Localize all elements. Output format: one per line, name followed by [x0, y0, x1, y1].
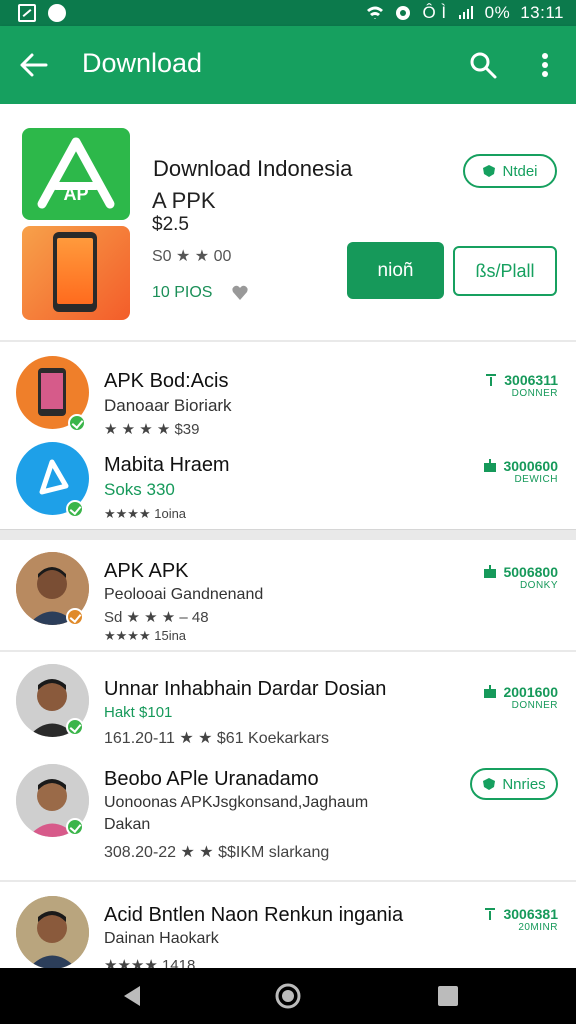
download-label: DONNER: [511, 700, 558, 711]
list-item-downloads: 5006800 DONKY: [483, 564, 558, 591]
download-count: 5006800: [503, 564, 558, 580]
message-notification-icon: [48, 4, 66, 22]
status-bar: Ô Ì 0% 13:11: [0, 0, 576, 26]
list-item-subtitle: Soks 330: [104, 480, 175, 499]
list-item-meta: ★ ★ ★ ★ $39: [104, 421, 200, 438]
cell-signal-icon: [458, 6, 473, 19]
phone-app-icon: [22, 226, 130, 320]
list-item-meta: Sd ★ ★ ★ – 48: [104, 609, 209, 626]
list-item[interactable]: Mabita Hraem Soks 330 ★★★★ 1oina 3000600…: [0, 438, 576, 528]
search-icon[interactable]: [468, 50, 498, 80]
screenshot-notification-icon: [18, 4, 36, 22]
download-label: DEWICH: [514, 474, 558, 485]
download-count: 3006381: [503, 906, 558, 922]
page-title: Download: [82, 48, 203, 78]
featured-rating: S0 ★ ★ 00: [152, 248, 232, 265]
featured-subtitle: A PPK: [152, 188, 216, 213]
download-label: 20MINR: [518, 922, 558, 933]
nav-back-icon[interactable]: [118, 982, 146, 1010]
app-list-card: APK Bod:Acis Danoaar Bioriark ★ ★ ★ ★ $3…: [0, 342, 576, 530]
clock: 13:11: [520, 3, 564, 22]
signal-text: Ô Ì: [422, 3, 447, 22]
shield-icon: [483, 778, 496, 790]
download-icon: [484, 685, 497, 698]
badge-icon: [66, 608, 84, 626]
secondary-install-button[interactable]: ßs/Plall: [453, 246, 557, 296]
list-item-subtitle: Dainan Haokark: [104, 930, 219, 947]
battery-text: 0%: [484, 3, 511, 22]
verified-badge-icon: [66, 718, 84, 736]
wishlist-heart-icon[interactable]: [231, 284, 249, 302]
list-item-title: Unnar Inhabhain Dardar Dosian: [104, 678, 387, 700]
back-arrow-icon[interactable]: [18, 50, 50, 80]
list-item-action-label: Nnries: [502, 775, 546, 793]
download-label: DONKY: [519, 580, 558, 591]
list-item-action-button[interactable]: Nnries: [470, 768, 558, 800]
list-item-meta: 308.20-22 ★ ★ $$IKM slarkang: [104, 844, 330, 861]
list-item-meta-secondary: ★★★★ 15ina: [104, 628, 187, 643]
list-item[interactable]: Unnar Inhabhain Dardar Dosian Hakt $101 …: [0, 662, 576, 752]
download-label: DONNER: [511, 388, 558, 399]
download-count: 2001600: [503, 684, 558, 700]
download-count: 3000600: [503, 458, 558, 474]
list-item-subtitle: Danoaar Bioriark: [104, 396, 232, 415]
list-item-subtitle: Uonoonas APKJsgkonsand,Jaghaum: [104, 794, 369, 811]
list-item[interactable]: APK APK Peolooai Gandnenand Sd ★ ★ ★ – 4…: [0, 548, 576, 643]
list-item-downloads: 2001600 DONNER: [483, 684, 558, 711]
list-item[interactable]: Acid Bntlen Naon Renkun ingania Dainan H…: [0, 890, 576, 980]
list-item-title: APK APK: [104, 560, 189, 582]
download-icon: [486, 374, 497, 386]
verified-badge-icon: [66, 500, 84, 518]
featured-installs: 10 PIOS: [152, 284, 213, 301]
list-item-meta: 161.20-11 ★ ★ $61 Koekarkars: [104, 730, 329, 747]
featured-app-card[interactable]: AP Download Indonesia A PPK $2.5 S0 ★ ★ …: [0, 104, 576, 340]
featured-title: Download Indonesia: [153, 156, 353, 181]
system-nav-bar: [0, 968, 576, 1024]
list-item-title: Acid Bntlen Naon Renkun ingania: [104, 904, 404, 926]
app-list-card: APK APK Peolooai Gandnenand Sd ★ ★ ★ – 4…: [0, 540, 576, 650]
app-list-card: Acid Bntlen Naon Renkun ingania Dainan H…: [0, 882, 576, 974]
location-icon: [396, 6, 411, 20]
apk-app-icon: AP: [22, 128, 130, 220]
verified-badge-icon: [68, 414, 86, 432]
list-item-downloads: 3006311 DONNER: [484, 372, 558, 399]
list-item-subtitle-2: Dakan: [104, 816, 151, 833]
download-count: 3006311: [504, 372, 558, 388]
app-bar: Download: [0, 26, 576, 104]
list-item-subtitle: Hakt $101: [104, 704, 173, 721]
featured-small-button[interactable]: Ntdei: [463, 154, 557, 188]
nav-home-icon[interactable]: [274, 982, 302, 1010]
download-icon: [484, 565, 497, 578]
user-avatar: [16, 896, 89, 969]
wifi-icon: [367, 6, 384, 19]
list-item-title: APK Bod:Acis: [104, 370, 229, 392]
list-item-subtitle: Peolooai Gandnenand: [104, 586, 264, 603]
list-item-title: Beobo APle Uranadamo: [104, 768, 319, 790]
verified-badge-icon: [66, 818, 84, 836]
list-item[interactable]: Beobo APle Uranadamo Uonoonas APKJsgkons…: [0, 762, 576, 872]
svg-text:AP: AP: [63, 184, 88, 204]
list-item[interactable]: APK Bod:Acis Danoaar Bioriark ★ ★ ★ ★ $3…: [0, 350, 576, 440]
install-button[interactable]: nioñ: [347, 242, 444, 299]
list-item-meta: ★★★★ 1oina: [104, 506, 187, 521]
nav-recents-icon[interactable]: [434, 982, 462, 1010]
list-item-title: Mabita Hraem: [104, 454, 230, 476]
list-item-downloads: 3000600 DEWICH: [483, 458, 558, 485]
featured-price: $2.5: [152, 214, 189, 235]
list-item-downloads: 3006381 20MINR: [483, 906, 558, 933]
featured-small-button-label: Ntdei: [502, 162, 538, 180]
download-icon: [485, 908, 496, 920]
app-list-card: Unnar Inhabhain Dardar Dosian Hakt $101 …: [0, 652, 576, 880]
more-options-icon[interactable]: [533, 50, 557, 80]
shield-icon: [483, 165, 496, 177]
download-icon: [484, 459, 497, 472]
